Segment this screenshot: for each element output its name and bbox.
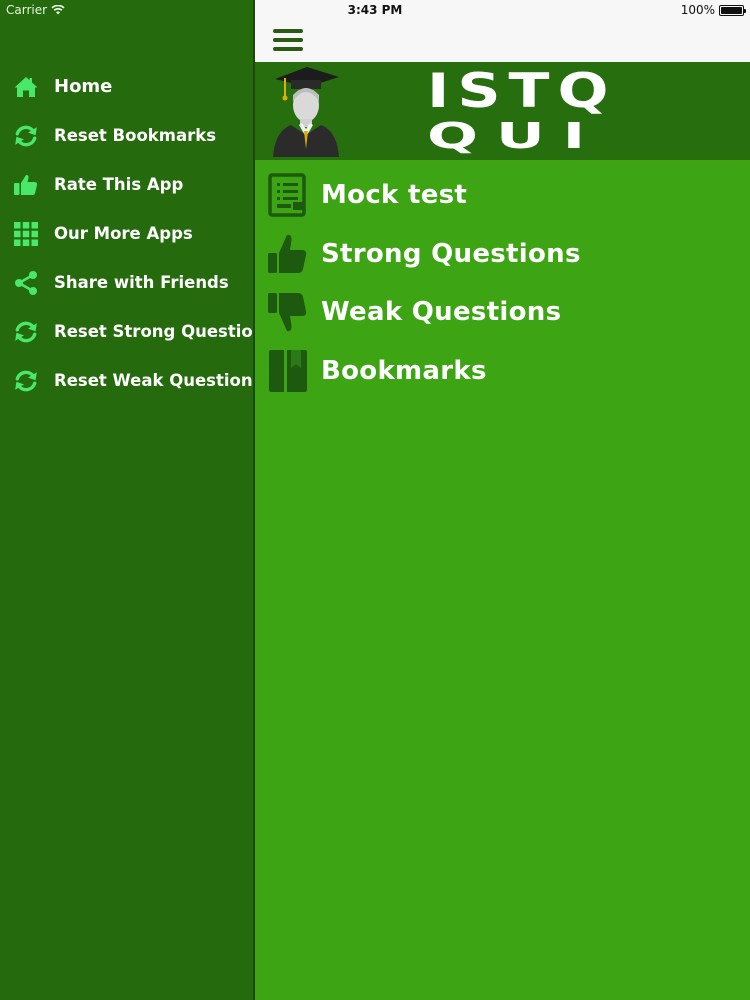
drawer-item-label: Our More Apps [54,224,193,243]
book-icon [267,348,309,394]
banner-title-line1: ISTQ [427,64,617,119]
drawer-item-label: Share with Friends [54,273,229,292]
banner-title: ISTQ QUI [427,68,616,160]
hamburger-menu-button[interactable] [271,26,305,54]
drawer-item-label: Reset Bookmarks [54,126,217,145]
thumbs-up-icon [13,172,39,198]
option-mock-test[interactable]: Mock test [255,166,750,225]
grid-icon [13,221,39,247]
graduate-avatar-icon [273,67,339,157]
drawer-menu: Home Reset Bookmarks Rate This App Our M… [0,62,274,405]
share-icon [13,270,39,296]
side-drawer: Home Reset Bookmarks Rate This App Our M… [0,0,274,1000]
thumbs-down-icon [267,289,309,335]
option-label: Weak Questions [321,297,562,328]
nav-bar [255,0,750,62]
option-label: Mock test [321,180,468,211]
drawer-item-label: Reset Strong Questions [54,322,275,341]
home-icon [13,74,39,100]
thumbs-up-icon [267,231,309,277]
drawer-item-label: Reset Weak Questions [54,371,263,390]
option-label: Strong Questions [321,238,581,269]
drawer-item-reset-bookmarks[interactable]: Reset Bookmarks [0,111,253,160]
main-panel: ISTQ QUI Mock test Strong Questions Weak… [255,0,750,1000]
drawer-item-reset-strong[interactable]: Reset Strong Questions [0,307,274,356]
drawer-item-label: Home [54,76,113,97]
hamburger-icon-bar [273,38,303,42]
hamburger-icon-bar [273,29,303,33]
drawer-item-label: Rate This App [54,175,184,194]
hamburger-icon-bar [273,47,303,51]
drawer-item-home[interactable]: Home [0,62,253,111]
notes-icon [267,172,309,218]
refresh-icon [13,123,39,149]
drawer-item-share[interactable]: Share with Friends [0,258,253,307]
quiz-options-list: Mock test Strong Questions Weak Question… [255,166,750,400]
option-strong-questions[interactable]: Strong Questions [255,225,750,284]
banner-title-line2: QUI [427,115,604,157]
option-label: Bookmarks [321,355,487,386]
drawer-item-more-apps[interactable]: Our More Apps [0,209,253,258]
refresh-icon [13,319,39,345]
drawer-item-reset-weak[interactable]: Reset Weak Questions [0,356,262,405]
app-banner: ISTQ QUI [255,62,750,160]
option-bookmarks[interactable]: Bookmarks [255,342,750,401]
drawer-item-rate-app[interactable]: Rate This App [0,160,253,209]
option-weak-questions[interactable]: Weak Questions [255,283,750,342]
refresh-icon [13,368,39,394]
